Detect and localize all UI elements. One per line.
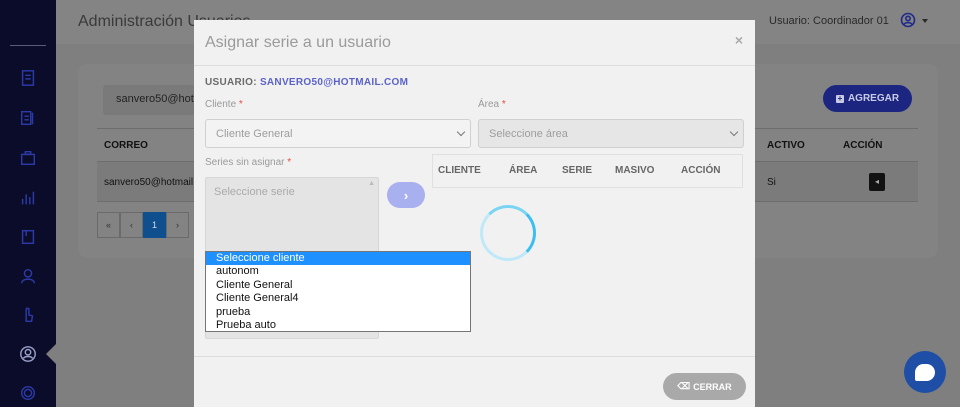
chevron-right-icon: › (403, 187, 409, 203)
bar-chart-icon[interactable] (18, 188, 38, 208)
dropdown-option[interactable]: Cliente General (206, 279, 470, 292)
close-button-label: CERRAR (693, 381, 732, 392)
dropdown-option[interactable]: autonom (206, 265, 470, 278)
column-header-cliente: CLIENTE (438, 165, 481, 176)
cell-correo: sanvero50@hotmail.com (104, 177, 194, 188)
series-label: Series sin asignar * (205, 157, 291, 168)
cliente-dropdown-list: Seleccione cliente autonom Cliente Gener… (205, 251, 471, 332)
cliente-select[interactable]: Cliente General (205, 119, 471, 148)
required-mark: * (238, 99, 243, 110)
dropdown-option[interactable]: prueba (206, 306, 470, 319)
list-icon[interactable] (18, 108, 38, 128)
loading-spinner (480, 205, 536, 261)
plus-icon: + (835, 93, 844, 103)
usuario-prefix: USUARIO: (205, 77, 257, 88)
page-prev-button[interactable]: ‹ (120, 212, 143, 238)
cliente-label-text: Cliente (205, 99, 237, 110)
column-header-accion: ACCIÓN (843, 140, 883, 151)
briefcase-icon[interactable] (18, 148, 38, 168)
cliente-label: Cliente * (205, 99, 243, 110)
email-filter-input[interactable]: sanvero50@hotmail.com (103, 85, 198, 115)
column-header-masivo: MASIVO (615, 165, 655, 176)
area-select[interactable]: Seleccione área (478, 119, 744, 148)
modal-title: Asignar serie a un usuario (205, 34, 391, 51)
hand-pointer-icon[interactable] (18, 305, 38, 325)
move-series-button[interactable]: › (387, 182, 425, 208)
fingerprint-icon[interactable] (18, 383, 38, 403)
cliente-select-value: Cliente General (216, 128, 293, 140)
cell-activo: Si (767, 177, 776, 188)
area-label: Área * (478, 99, 506, 110)
series-label-text: Series sin asignar (205, 157, 285, 168)
column-header-accion: ACCIÓN (681, 165, 721, 176)
assign-series-modal: Asignar serie a un usuario × USUARIO: SA… (194, 20, 755, 407)
required-mark: * (501, 99, 506, 110)
person-icon[interactable] (18, 266, 38, 286)
page-1-button[interactable]: 1 (143, 212, 166, 238)
usuario-email: SANVERO50@HOTMAIL.COM (259, 77, 409, 88)
eraser-icon: ⌫ (677, 381, 691, 391)
column-header-correo: CORREO (104, 140, 148, 151)
add-button-label: AGREGAR (847, 93, 900, 104)
column-header-serie: SERIE (562, 165, 593, 176)
page-first-button[interactable]: « (97, 212, 120, 238)
sidebar (0, 0, 56, 407)
page-next-button[interactable]: › (166, 212, 189, 238)
sidebar-divider (10, 45, 46, 46)
chat-icon (915, 363, 935, 381)
add-button[interactable]: + AGREGAR (823, 85, 912, 112)
document-icon[interactable] (18, 68, 38, 88)
dropdown-option[interactable]: Cliente General4 (206, 292, 470, 305)
series-placeholder: Seleccione serie (214, 186, 295, 198)
user-circle-icon[interactable] (18, 344, 38, 364)
modal-header: Asignar serie a un usuario × (194, 20, 755, 66)
active-indicator (46, 344, 56, 364)
user-label: Usuario: Coordinador 01 (769, 15, 889, 27)
required-mark: * (287, 157, 292, 168)
row-action-button[interactable]: ◂ (869, 173, 885, 191)
modal-footer-divider (194, 356, 755, 357)
user-account-icon[interactable] (900, 12, 916, 28)
dropdown-option[interactable]: Seleccione cliente (206, 252, 470, 266)
scroll-up-icon[interactable]: ▲ (368, 180, 375, 187)
column-header-activo: ACTIVO (767, 140, 805, 151)
area-label-text: Área (478, 99, 500, 110)
chevron-down-icon (456, 127, 466, 137)
column-header-area: ÁREA (509, 165, 538, 176)
usuario-line: USUARIO: SANVERO50@HOTMAIL.COM (205, 77, 408, 88)
close-icon[interactable]: × (735, 32, 743, 48)
book-icon[interactable] (18, 227, 38, 247)
area-select-placeholder: Seleccione área (489, 128, 568, 140)
chevron-down-icon[interactable] (922, 19, 928, 23)
chevron-down-icon (729, 127, 739, 137)
dropdown-option[interactable]: Prueba auto (206, 319, 470, 332)
close-button[interactable]: ⌫ CERRAR (663, 373, 746, 400)
chat-button[interactable] (904, 351, 946, 393)
pagination: « ‹ 1 › (97, 212, 189, 238)
